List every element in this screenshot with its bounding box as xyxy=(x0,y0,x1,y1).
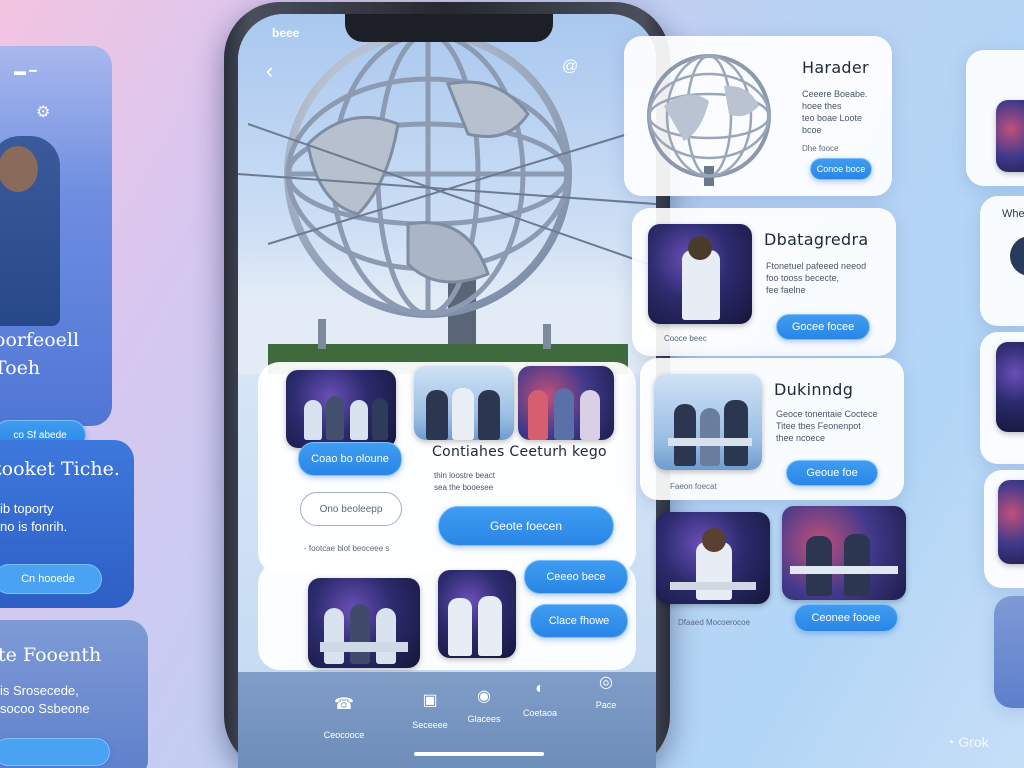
far-right-image-3 xyxy=(996,342,1024,432)
thumbnail-2[interactable] xyxy=(414,366,514,440)
far-right-image-4 xyxy=(998,480,1024,564)
thumbnail-5[interactable] xyxy=(438,570,516,658)
nav-label-3: Glacees xyxy=(467,714,501,724)
left-bottom-body: is Srosecede, socoo Ssbeone xyxy=(0,683,90,716)
hero-image xyxy=(238,14,656,374)
left-mid-body: ib toporty no is fonrih. xyxy=(0,501,68,534)
left-top-title: oorfeoell Toeh xyxy=(0,329,80,379)
far-right-image-1 xyxy=(996,100,1024,172)
left-card-mid: tooket Tiche. ib toporty no is fonrih. C… xyxy=(0,440,134,608)
chat-icon[interactable]: ◐ xyxy=(526,680,554,698)
card-2-image xyxy=(648,224,752,324)
card-2-title: Dbatagredra xyxy=(764,230,869,249)
strip-image-2[interactable] xyxy=(782,506,906,600)
watermark: ◔ Grok xyxy=(946,734,989,750)
card-3-button[interactable]: Geoue foe xyxy=(786,460,878,486)
home-indicator xyxy=(414,752,544,756)
content-title: Contiahes Ceeturh kego xyxy=(432,444,607,460)
strip-image-1[interactable] xyxy=(656,512,770,604)
settings-icon: ⚙ xyxy=(36,104,51,121)
card-3-link[interactable]: Faeon foecat xyxy=(670,482,717,491)
globe-illustration xyxy=(238,30,656,374)
primary-button[interactable]: Geote foecen xyxy=(438,506,614,546)
status-left: beee xyxy=(272,26,300,40)
left-card-bottom: te Fooenth is Srosecede, socoo Ssbeone xyxy=(0,620,148,768)
tagline: - footcae blot beoceee s xyxy=(304,544,390,553)
card-3-title: Dukinndg xyxy=(774,380,854,399)
card-2[interactable]: Dbatagredra Ftonetuel pafeeed neeod foo … xyxy=(632,208,896,356)
nav-label-1: Ceocooce xyxy=(323,730,365,740)
card-2-button[interactable]: Gocee focee xyxy=(776,314,870,340)
left-mid-button[interactable]: Cn hooede xyxy=(0,564,102,594)
outline-button[interactable]: Ono beoleepp xyxy=(300,492,402,526)
far-right-card-1 xyxy=(966,50,1024,186)
left-mid-title: tooket Tiche. xyxy=(0,458,120,480)
far-right-card-5 xyxy=(994,596,1024,708)
card-1[interactable]: Harader Ceeere Boeabe. hoee thes teo boa… xyxy=(624,36,892,196)
nav-label-5: Pace xyxy=(595,700,617,710)
thumbnail-3[interactable] xyxy=(518,366,614,440)
content-subtitle: thin loostre beact sea the booesee xyxy=(434,471,495,492)
card-2-link[interactable]: Cooce beec xyxy=(664,334,707,343)
card-3-image xyxy=(654,374,762,470)
thumbnail-1[interactable] xyxy=(286,370,396,448)
card-1-title: Harader xyxy=(802,58,869,77)
grok-logo-icon: ◔ xyxy=(946,734,955,750)
card-3[interactable]: Dukinndg Geoce tonentaie Coctece Titee t… xyxy=(640,358,904,500)
left-bottom-button[interactable] xyxy=(0,738,110,766)
far-right-card-4 xyxy=(984,470,1024,588)
watermark-text: Grok xyxy=(958,734,989,750)
phone-screen: beee ▥ ◉ ▮ ‹ @ Coao bo oloune Contiahes … xyxy=(238,14,656,768)
profile-icon[interactable]: ◎ xyxy=(592,672,620,692)
strip-link[interactable]: Dfaaed Mocoerocoe xyxy=(678,618,750,627)
far-right-text: Whe xyxy=(1002,208,1024,220)
hero-button[interactable]: Coao bo oloune xyxy=(298,442,402,476)
side-button-1[interactable]: Ceeeo bece xyxy=(524,560,628,594)
left-bottom-title: te Fooenth xyxy=(0,644,102,666)
card-1-body: Ceeere Boeabe. hoee thes teo boae Loote … xyxy=(802,89,868,135)
grid-icon[interactable]: ▣ xyxy=(416,690,444,710)
strip-button[interactable]: Ceonee fooee xyxy=(794,604,898,632)
menu-icon: ▬ ━ xyxy=(14,64,37,78)
thumbnail-4[interactable] xyxy=(308,578,420,668)
home-icon[interactable]: ◉ xyxy=(470,686,498,706)
card-2-body: Ftonetuel pafeeed neeod foo tooss becect… xyxy=(766,261,867,295)
globe-thumb xyxy=(634,46,784,186)
far-right-card-3 xyxy=(980,332,1024,464)
far-right-globe xyxy=(1010,236,1024,276)
card-3-body: Geoce tonentaie Coctece Titee tbes Feone… xyxy=(776,409,878,443)
phone-notch xyxy=(345,14,553,42)
card-1-link[interactable]: Dhe fooce xyxy=(802,144,838,153)
left-card-top: ▬ ━ ⚙ oorfeoell Toeh co Sf abede xyxy=(0,46,112,450)
nav-label-2: Seceeee xyxy=(412,720,448,730)
card-1-button[interactable]: Conoe boce xyxy=(810,158,872,180)
phone-icon[interactable]: ☎ xyxy=(330,694,358,714)
nav-label-4: Coetaoa xyxy=(522,708,558,718)
side-button-2[interactable]: Clace fhowe xyxy=(530,604,628,638)
far-right-card-2: Whe xyxy=(980,196,1024,326)
swirl-icon[interactable]: @ xyxy=(562,58,578,76)
chevron-left-icon[interactable]: ‹ xyxy=(266,58,273,84)
